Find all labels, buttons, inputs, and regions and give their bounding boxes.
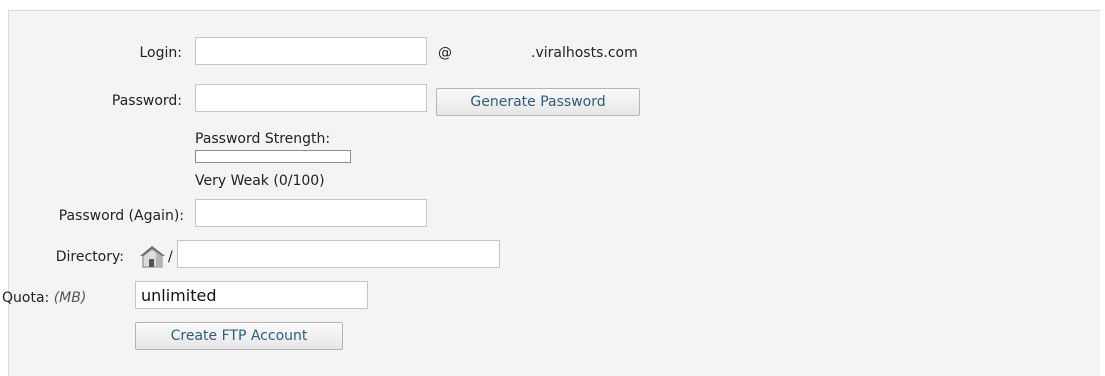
password-strength-meter xyxy=(195,150,351,163)
password-input[interactable] xyxy=(195,84,427,112)
directory-label: Directory: xyxy=(55,249,124,265)
password-again-label: Password (Again): xyxy=(58,208,184,224)
quota-input[interactable] xyxy=(135,281,368,309)
generate-password-button[interactable]: Generate Password xyxy=(436,88,640,116)
home-icon xyxy=(140,246,165,268)
quota-label-text: Quota: xyxy=(2,290,50,306)
create-ftp-account-button[interactable]: Create FTP Account xyxy=(135,322,343,350)
at-sign: @ xyxy=(438,45,452,61)
password-again-input[interactable] xyxy=(195,199,427,227)
login-label: Login: xyxy=(139,45,183,61)
directory-input[interactable] xyxy=(177,240,500,268)
quota-label: Quota: (MB) xyxy=(2,289,86,307)
login-input[interactable] xyxy=(195,37,427,65)
directory-slash: / xyxy=(168,249,173,265)
password-strength-text: Very Weak (0/100) xyxy=(195,173,325,189)
password-strength-label: Password Strength: xyxy=(195,131,331,147)
domain-suffix: .viralhosts.com xyxy=(531,45,638,61)
password-label: Password: xyxy=(111,93,182,109)
quota-unit: (MB) xyxy=(53,290,87,306)
